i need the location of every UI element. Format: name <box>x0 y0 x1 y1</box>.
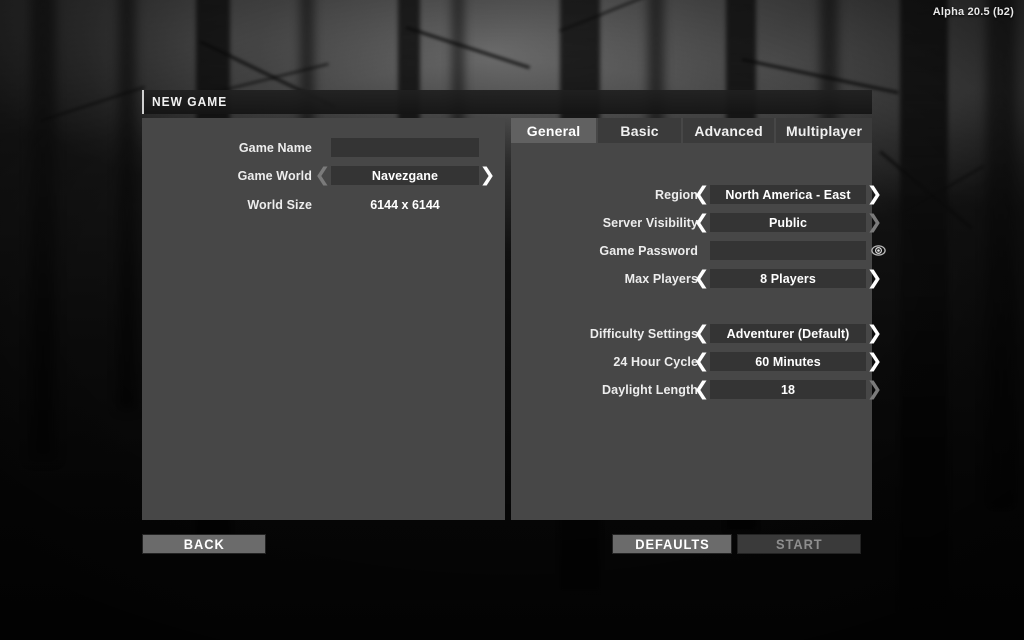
tab-label: Advanced <box>694 122 763 139</box>
defaults-button-label: DEFAULTS <box>634 536 710 552</box>
setting-label-region: Region <box>655 187 698 202</box>
tab-advanced[interactable]: Advanced <box>683 118 775 143</box>
setting-control-world-size: ❮6144 x 6144❯ <box>314 194 496 215</box>
setting-value-difficulty-settings[interactable]: Adventurer (Default) <box>710 324 866 343</box>
daylight-length-prev-arrow-icon[interactable]: ❮ <box>693 379 710 400</box>
setting-control-24-hour-cycle: ❮ 60 Minutes ❯ <box>693 351 883 372</box>
24-hour-cycle-next-arrow-icon[interactable]: ❯ <box>866 351 883 372</box>
setting-label-daylight-length: Daylight Length <box>602 382 698 397</box>
setting-row-game-password: Game Password❮ <box>511 240 886 261</box>
setting-control-max-players: ❮ 8 Players ❯ <box>693 268 883 289</box>
setting-row-server-visibility: Server Visibility ❮ Public ❯ <box>511 212 882 233</box>
world-settings-panel: Game Name❮ ❯Game World❮Navezgane❯World S… <box>142 118 505 520</box>
region-prev-arrow-icon[interactable]: ❮ <box>693 184 710 205</box>
setting-value-game-name[interactable] <box>331 138 479 157</box>
setting-label-game-name: Game Name <box>238 140 312 155</box>
region-next-arrow-icon[interactable]: ❯ <box>866 184 883 205</box>
setting-control-game-password: ❮ <box>693 240 887 261</box>
game-world-prev-arrow-icon[interactable]: ❮ <box>314 165 331 186</box>
setting-row-24-hour-cycle: 24 Hour Cycle ❮ 60 Minutes ❯ <box>511 351 882 372</box>
general-settings-panel: Region ❮ North America - East ❯ Server Visib… <box>511 118 886 520</box>
game-world-next-arrow-icon[interactable]: ❯ <box>479 165 496 186</box>
setting-row-game-name: Game Name❮ ❯ <box>142 137 505 158</box>
tab-general[interactable]: General <box>511 118 597 143</box>
setting-label-max-players: Max Players <box>624 271 698 286</box>
eye-icon[interactable] <box>869 241 887 260</box>
tab-basic[interactable]: Basic <box>598 118 682 143</box>
setting-row-world-size: World Size❮6144 x 6144❯ <box>142 194 505 215</box>
window-titlebar: NEW GAME <box>142 90 872 114</box>
defaults-button[interactable]: DEFAULTS <box>612 534 732 554</box>
back-button-label: BACK <box>183 536 225 552</box>
setting-label-game-password: Game Password <box>599 243 698 258</box>
start-button-label: START <box>775 536 823 552</box>
setting-value-max-players[interactable]: 8 Players <box>710 269 866 288</box>
new-game-window: NEW GAME Game Name❮ ❯Game World❮Navezgan… <box>142 90 886 560</box>
back-button[interactable]: BACK <box>142 534 266 554</box>
difficulty-settings-prev-arrow-icon[interactable]: ❮ <box>693 323 710 344</box>
setting-row-game-world: Game World ❮ Navezgane ❯ <box>142 165 505 186</box>
setting-control-region: ❮ North America - East ❯ <box>693 184 883 205</box>
tab-label: Basic <box>620 122 659 139</box>
setting-value-game-world[interactable]: Navezgane <box>331 166 479 185</box>
setting-control-server-visibility: ❮ Public ❯ <box>693 212 883 233</box>
setting-label-24-hour-cycle: 24 Hour Cycle <box>613 354 698 369</box>
password-input-game-password[interactable] <box>710 241 866 260</box>
server-visibility-prev-arrow-icon[interactable]: ❮ <box>693 212 710 233</box>
setting-control-daylight-length: ❮ 18 ❯ <box>693 379 883 400</box>
version-label: Alpha 20.5 (b2) <box>932 6 1014 18</box>
setting-label-world-size: World Size <box>247 197 312 212</box>
page-title: NEW GAME <box>152 94 228 109</box>
setting-label-difficulty-settings: Difficulty Settings <box>589 326 698 341</box>
setting-control-game-world: ❮ Navezgane ❯ <box>314 165 496 186</box>
setting-row-daylight-length: Daylight Length ❮ 18 ❯ <box>511 379 882 400</box>
setting-row-region: Region ❮ North America - East ❯ <box>511 184 882 205</box>
difficulty-settings-next-arrow-icon[interactable]: ❯ <box>866 323 883 344</box>
setting-label-server-visibility: Server Visibility <box>602 215 698 230</box>
start-button[interactable]: START <box>737 534 861 554</box>
setting-row-difficulty-settings: Difficulty Settings ❮ Adventurer (Default)… <box>511 323 882 344</box>
setting-value-daylight-length[interactable]: 18 <box>710 380 866 399</box>
setting-value-server-visibility[interactable]: Public <box>710 213 866 232</box>
setting-control-difficulty-settings: ❮ Adventurer (Default) ❯ <box>693 323 883 344</box>
setting-value-24-hour-cycle[interactable]: 60 Minutes <box>710 352 866 371</box>
tab-multiplayer[interactable]: Multiplayer <box>776 118 872 143</box>
24-hour-cycle-prev-arrow-icon[interactable]: ❮ <box>693 351 710 372</box>
max-players-next-arrow-icon[interactable]: ❯ <box>866 268 883 289</box>
setting-control-game-name: ❮ ❯ <box>314 137 496 158</box>
tab-label: Multiplayer <box>785 122 863 139</box>
server-visibility-next-arrow-icon[interactable]: ❯ <box>866 212 883 233</box>
settings-tabbar: General Basic Advanced Multiplayer <box>511 118 872 143</box>
setting-row-max-players: Max Players ❮ 8 Players ❯ <box>511 268 882 289</box>
tab-label: General <box>526 122 581 139</box>
setting-value-world-size: 6144 x 6144 <box>370 197 440 212</box>
setting-label-game-world: Game World <box>237 168 312 183</box>
setting-value-region[interactable]: North America - East <box>710 185 866 204</box>
max-players-prev-arrow-icon[interactable]: ❮ <box>693 268 710 289</box>
daylight-length-next-arrow-icon[interactable]: ❯ <box>866 379 883 400</box>
